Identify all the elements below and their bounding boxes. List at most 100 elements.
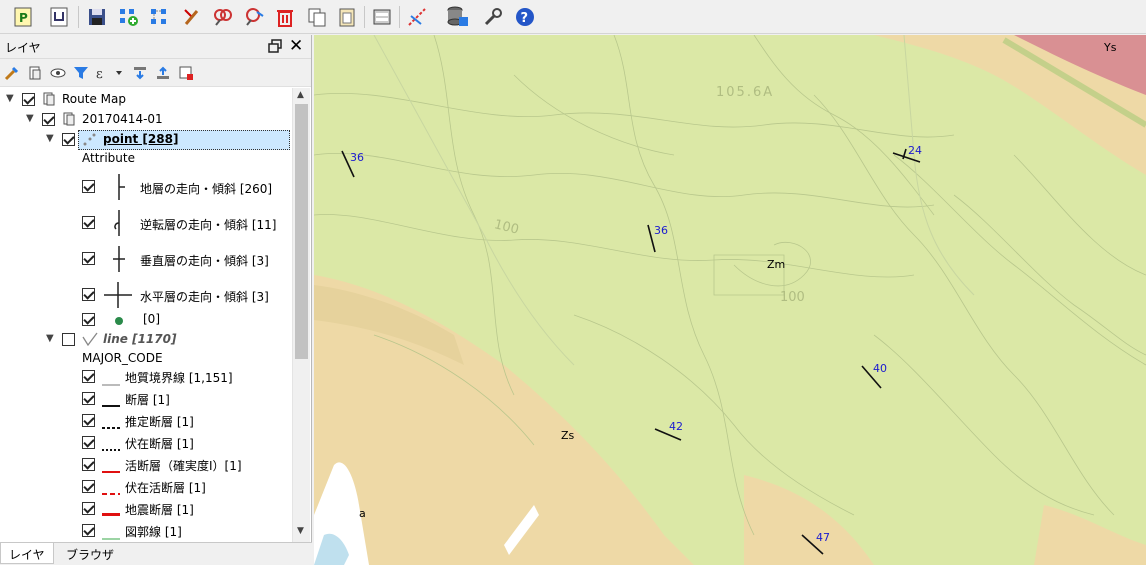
legend-label: 垂直層の走向・傾斜 [3]	[140, 254, 269, 268]
legend-item[interactable]: [0]	[0, 310, 292, 330]
chevron-up-icon[interactable]: ▲	[297, 90, 304, 100]
legend-item[interactable]: 断層 [1]	[0, 389, 292, 409]
concealed-fault-line-icon	[102, 441, 122, 455]
print-layout-icon[interactable]	[369, 4, 395, 30]
legend-item[interactable]: 図郭線 [1]	[0, 521, 292, 541]
legend-item[interactable]: 垂直層の走向・傾斜 [3]	[0, 244, 292, 274]
legend-label: 逆転層の走向・傾斜 [11]	[140, 218, 277, 232]
dip-label[interactable]: 36	[350, 151, 364, 164]
legend-item[interactable]: 地質境界線 [1,151]	[0, 367, 292, 387]
legend-item[interactable]: 水平層の走向・傾斜 [3]	[0, 280, 292, 310]
layer-label: 20170414-01	[82, 112, 163, 126]
panel-header: レイヤ ✕	[0, 35, 311, 59]
legend-label: 地震断層 [1]	[125, 503, 194, 517]
dip-label[interactable]: 36	[654, 224, 668, 237]
chevron-down-icon[interactable]: ▼	[6, 93, 18, 105]
save-icon[interactable]	[84, 4, 110, 30]
legend-label: [0]	[143, 312, 160, 326]
tree-scrollbar[interactable]: ▲ ▼	[292, 88, 310, 542]
chevron-down-icon[interactable]: ▼	[297, 526, 304, 536]
visibility-checkbox[interactable]	[82, 180, 95, 193]
layer-label: line [1170]	[103, 332, 177, 346]
edit-pen-icon[interactable]	[180, 4, 206, 30]
delete-icon[interactable]	[272, 4, 298, 30]
add-feature-icon[interactable]	[116, 4, 142, 30]
tab-browser[interactable]: ブラウザ	[58, 543, 122, 564]
visibility-checkbox[interactable]	[42, 113, 55, 126]
fault-line-icon	[102, 397, 122, 411]
settings-icon[interactable]	[480, 4, 506, 30]
visibility-checkbox[interactable]	[62, 133, 75, 146]
chevron-down-icon[interactable]: ▼	[46, 333, 58, 345]
legend-label: 水平層の走向・傾斜 [3]	[140, 290, 269, 304]
visibility-checkbox[interactable]	[62, 333, 75, 346]
legend-item[interactable]: 伏在断層 [1]	[0, 433, 292, 453]
attribute-label: MAJOR_CODE	[82, 351, 163, 365]
tree-item-group[interactable]: ▼ 20170414-01	[0, 110, 292, 130]
legend-item[interactable]: 伏在活断層 [1]	[0, 477, 292, 497]
scroll-thumb[interactable]	[295, 104, 308, 359]
layers-panel: レイヤ ✕ ε ▼ Route Map ▼ 20170414-01 ▼ poin…	[0, 35, 312, 542]
visibility-checkbox[interactable]	[82, 252, 95, 265]
legend-item[interactable]: 地震断層 [1]	[0, 499, 292, 519]
measure-icon[interactable]	[404, 4, 430, 30]
dip-label[interactable]: 40	[873, 362, 887, 375]
svg-text:P: P	[19, 11, 28, 25]
visibility-checkbox[interactable]	[82, 392, 95, 405]
visibility-checkbox[interactable]	[82, 458, 95, 471]
visibility-checkbox[interactable]	[82, 313, 95, 326]
legend-item[interactable]: 地層の走向・傾斜 [260]	[0, 172, 292, 202]
select-feature-icon[interactable]	[147, 4, 173, 30]
boundary-line-icon	[102, 376, 122, 390]
style-brush-icon[interactable]	[4, 65, 20, 81]
visibility-checkbox[interactable]	[22, 93, 35, 106]
visibility-checkbox[interactable]	[82, 414, 95, 427]
new-project-icon[interactable]: P	[10, 4, 36, 30]
layer-tree: ▼ Route Map ▼ 20170414-01 ▼ point [288] …	[0, 88, 292, 542]
visibility-checkbox[interactable]	[82, 288, 95, 301]
visibility-checkbox[interactable]	[82, 216, 95, 229]
open-project-icon[interactable]	[46, 4, 72, 30]
overturned-strike-dip-symbol-icon	[108, 208, 130, 241]
copy-icon[interactable]	[304, 4, 330, 30]
tab-layers[interactable]: レイヤ	[0, 543, 54, 564]
zoom-in-icon[interactable]	[210, 4, 236, 30]
expand-all-icon[interactable]	[132, 65, 148, 81]
help-icon[interactable]: ?	[512, 4, 538, 30]
dip-label[interactable]: 42	[669, 420, 683, 433]
active-fault-line-icon	[102, 463, 122, 477]
legend-item[interactable]: 活断層（確実度Ⅰ）[1]	[0, 455, 292, 475]
visibility-checkbox[interactable]	[82, 436, 95, 449]
visibility-checkbox[interactable]	[82, 502, 95, 515]
visibility-checkbox[interactable]	[82, 480, 95, 493]
visibility-checkbox[interactable]	[82, 370, 95, 383]
legend-item[interactable]: 逆転層の走向・傾斜 [11]	[0, 208, 292, 238]
earthquake-fault-line-icon	[102, 506, 122, 520]
dip-label[interactable]: 24	[908, 144, 922, 157]
close-icon[interactable]: ✕	[289, 36, 303, 56]
visibility-checkbox[interactable]	[82, 524, 95, 537]
add-group-icon[interactable]	[27, 65, 43, 81]
map-frame-line-icon	[102, 530, 122, 542]
dip-label[interactable]: 47	[816, 531, 830, 544]
filter-icon[interactable]	[73, 65, 89, 81]
legend-item[interactable]: 推定断層 [1]	[0, 411, 292, 431]
tree-item-point-layer[interactable]: ▼ point [288]	[0, 130, 292, 150]
expression-filter-icon[interactable]: ε	[96, 65, 122, 82]
chevron-down-icon[interactable]: ▼	[46, 133, 58, 145]
zoom-out-icon[interactable]	[241, 4, 267, 30]
chevron-down-icon[interactable]: ▼	[26, 113, 38, 125]
tree-item-line-layer[interactable]: ▼ line [1170]	[0, 330, 292, 350]
float-panel-icon[interactable]	[268, 39, 282, 53]
panel-title: レイヤ	[5, 41, 41, 55]
strike-dip-symbol-icon	[108, 172, 130, 205]
collapse-all-icon[interactable]	[155, 65, 171, 81]
tree-item-route-map[interactable]: ▼ Route Map	[0, 90, 292, 110]
group-icon	[62, 112, 76, 129]
paste-icon[interactable]	[334, 4, 360, 30]
database-icon[interactable]	[444, 4, 470, 30]
map-canvas[interactable]: Ys Zm Zs a 105.6A 100 100 36 24 36 40 42…	[314, 35, 1146, 565]
remove-layer-icon[interactable]	[178, 65, 194, 81]
eye-icon[interactable]	[50, 65, 66, 81]
attribute-heading: MAJOR_CODE	[0, 349, 292, 369]
